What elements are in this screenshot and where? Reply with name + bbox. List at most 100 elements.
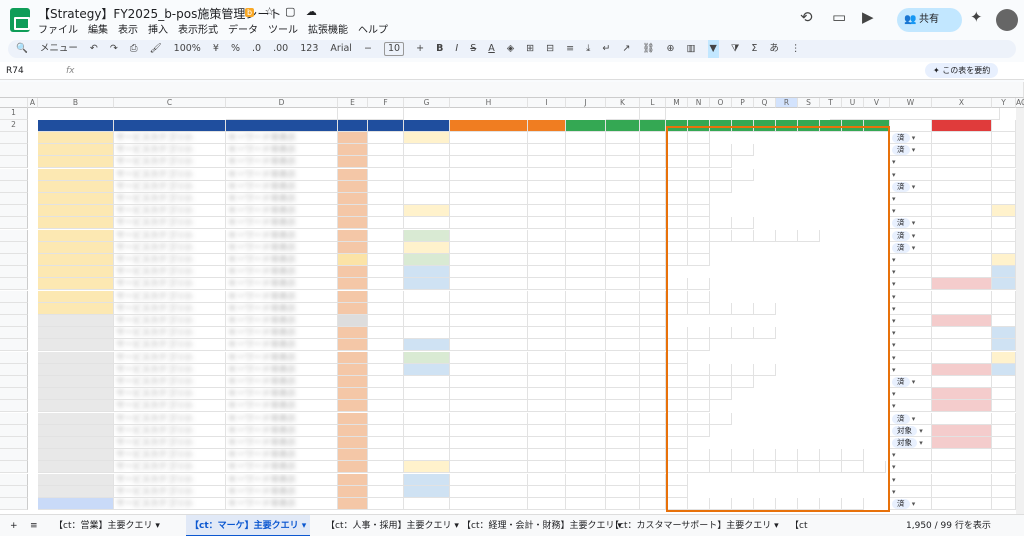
internal-link[interactable]	[710, 144, 732, 157]
rank-0407-cell[interactable]	[992, 437, 1016, 449]
parent-article-cell[interactable]	[566, 266, 606, 279]
internal-link[interactable]	[710, 376, 732, 388]
last-rewrite-date-cell[interactable]	[932, 229, 992, 242]
name-box[interactable]: R74	[6, 62, 24, 80]
nurl-count-cell[interactable]	[640, 412, 666, 425]
status-cell[interactable]: ▾	[890, 388, 932, 401]
internal-link[interactable]	[710, 449, 732, 462]
subcategory-cell[interactable]: サービスカテゴリ小	[114, 315, 226, 327]
menu-item-0[interactable]: ファイル	[38, 25, 78, 36]
more-icon[interactable]: ⋮	[791, 40, 801, 58]
publish-date-cell[interactable]	[528, 363, 566, 376]
internal-link[interactable]	[710, 302, 732, 315]
internal-link[interactable]	[710, 229, 732, 242]
article-url-link[interactable]	[450, 229, 528, 242]
rank-0407-cell[interactable]	[992, 449, 1016, 462]
parent-article-cell[interactable]	[566, 193, 606, 205]
kw-volume-cell[interactable]	[368, 241, 404, 254]
subcategory-cell[interactable]: サービスカテゴリ小	[114, 424, 226, 437]
internal-link[interactable]	[666, 229, 688, 242]
nurl-count-cell[interactable]	[640, 278, 666, 291]
status-pill[interactable]: 済	[892, 413, 910, 424]
column-header[interactable]: H	[450, 98, 528, 108]
paint-format-icon[interactable]: 🖌	[150, 40, 162, 58]
internal-link[interactable]	[710, 388, 732, 401]
kw-cell[interactable]: キーワード非表示	[226, 241, 338, 254]
row-header[interactable]	[0, 278, 28, 291]
category-cell[interactable]	[38, 351, 114, 364]
article-url-link[interactable]	[450, 485, 528, 498]
share-button[interactable]: 共有	[897, 8, 962, 32]
mm-level-cell[interactable]	[338, 327, 368, 340]
subcategory-cell[interactable]: サービスカテゴリ小	[114, 132, 226, 144]
internal-link[interactable]	[754, 363, 776, 376]
last-rewrite-date-cell[interactable]	[932, 351, 992, 364]
sheet-tab[interactable]: 【ct：経理・会計・財務】主要クエリ ▾	[458, 515, 626, 536]
internal-link[interactable]	[666, 217, 688, 230]
internal-link[interactable]	[688, 168, 710, 181]
subcategory-cell[interactable]: サービスカテゴリ小	[114, 473, 226, 486]
kw-cell[interactable]: キーワード非表示	[226, 412, 338, 425]
row-header[interactable]	[0, 400, 28, 413]
internal-link[interactable]	[754, 449, 776, 462]
source-count-cell[interactable]	[606, 351, 640, 364]
category-cell[interactable]	[38, 144, 114, 157]
header-cell[interactable]	[226, 120, 338, 132]
internal-link[interactable]	[688, 278, 710, 291]
status-cell[interactable]: ▾	[890, 351, 932, 364]
addon-badge-icon[interactable]: b	[245, 8, 255, 17]
category-cell[interactable]	[38, 376, 114, 388]
summarize-table-button[interactable]: ✦ この表を要約	[925, 63, 999, 78]
kw-cell[interactable]: キーワード非表示	[226, 437, 338, 449]
internal-link[interactable]	[688, 144, 710, 157]
status-cell[interactable]: 済 ▾	[890, 229, 932, 242]
rank-0407-cell[interactable]	[992, 193, 1016, 205]
column-header[interactable]: J	[566, 98, 606, 108]
internal-link[interactable]	[688, 412, 710, 425]
subcategory-cell[interactable]: サービスカテゴリ小	[114, 266, 226, 279]
internal-link[interactable]	[666, 132, 688, 144]
rank-cell[interactable]	[404, 388, 450, 401]
header-cell[interactable]	[864, 120, 890, 132]
kw-cell[interactable]: キーワード非表示	[226, 400, 338, 413]
category-cell[interactable]	[38, 193, 114, 205]
subcategory-cell[interactable]: サービスカテゴリ小	[114, 144, 226, 157]
status-cell[interactable]: 済 ▾	[890, 241, 932, 254]
kw-volume-cell[interactable]	[368, 388, 404, 401]
nurl-count-cell[interactable]	[640, 217, 666, 230]
publish-date-cell[interactable]	[528, 290, 566, 303]
source-count-cell[interactable]	[606, 327, 640, 340]
rank-cell[interactable]	[404, 400, 450, 413]
status-pill[interactable]: 済	[892, 377, 910, 387]
kw-cell[interactable]: キーワード非表示	[226, 315, 338, 327]
row-header[interactable]	[0, 351, 28, 364]
column-header[interactable]: K	[606, 98, 640, 108]
column-header[interactable]: U	[842, 98, 864, 108]
kw-volume-cell[interactable]	[368, 254, 404, 266]
source-count-cell[interactable]	[606, 315, 640, 327]
kw-volume-cell[interactable]	[368, 363, 404, 376]
internal-link[interactable]	[688, 461, 710, 474]
category-cell[interactable]	[38, 424, 114, 437]
kw-cell[interactable]: キーワード非表示	[226, 254, 338, 266]
nurl-count-cell[interactable]	[640, 315, 666, 327]
internal-link[interactable]	[666, 327, 688, 340]
currency-button[interactable]: ¥	[213, 40, 219, 58]
row-header[interactable]	[0, 424, 28, 437]
rank-0407-cell[interactable]	[992, 424, 1016, 437]
rank-cell[interactable]	[404, 290, 450, 303]
internal-link[interactable]	[710, 363, 732, 376]
publish-date-cell[interactable]	[528, 473, 566, 486]
column-header[interactable]: R	[776, 98, 798, 108]
kw-volume-cell[interactable]	[368, 266, 404, 279]
last-rewrite-date-cell[interactable]	[932, 498, 992, 510]
category-cell[interactable]	[38, 437, 114, 449]
borders-icon[interactable]: ⊞	[526, 40, 534, 58]
internal-link[interactable]	[666, 254, 688, 266]
mm-level-cell[interactable]	[338, 217, 368, 230]
last-rewrite-date-cell[interactable]	[932, 400, 992, 413]
kw-cell[interactable]: キーワード非表示	[226, 339, 338, 352]
kw-cell[interactable]: キーワード非表示	[226, 327, 338, 340]
filter-icon[interactable]: ▼	[707, 40, 719, 58]
parent-article-cell[interactable]	[566, 363, 606, 376]
